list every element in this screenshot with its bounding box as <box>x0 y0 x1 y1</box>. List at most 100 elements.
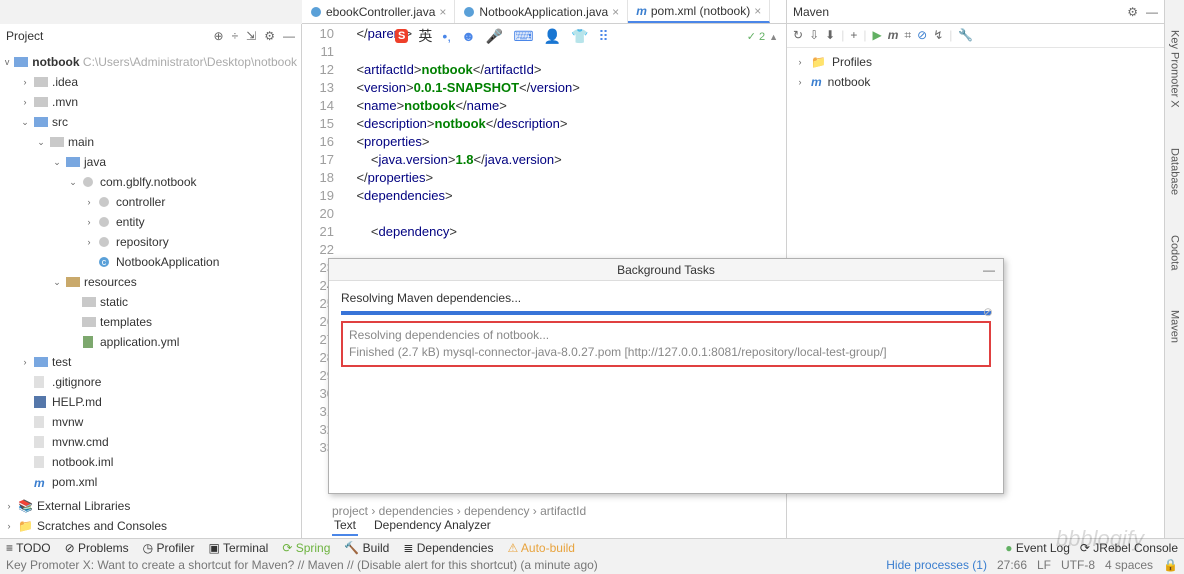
tree-item[interactable]: mvnw.cmd <box>0 432 301 452</box>
gear-icon[interactable]: ⚙ <box>264 29 275 43</box>
hide-processes[interactable]: Hide processes (1) <box>886 558 987 572</box>
tree-item[interactable]: application.yml <box>0 332 301 352</box>
mic-icon[interactable]: 🎤 <box>486 28 503 45</box>
close-icon[interactable]: × <box>754 4 761 18</box>
user-icon[interactable]: 👤 <box>544 28 561 45</box>
keyboard-icon[interactable]: ⌨ <box>513 28 533 45</box>
skin-icon[interactable]: 👕 <box>571 28 588 45</box>
scratches[interactable]: › 📁 Scratches and Consoles <box>0 516 301 536</box>
close-icon[interactable]: × <box>439 5 446 19</box>
editor-tab[interactable]: mpom.xml (notbook)× <box>628 0 770 23</box>
tree-item[interactable]: ⌄java <box>0 152 301 172</box>
tree-item[interactable]: mpom.xml <box>0 472 301 492</box>
inspection-badge[interactable]: ✓ 2 <box>747 30 778 43</box>
minimize-icon[interactable]: — <box>983 263 995 277</box>
project-tree[interactable]: vnotbook C:\Users\Administrator\Desktop\… <box>0 48 301 496</box>
external-libraries[interactable]: › 📚 External Libraries <box>0 496 301 516</box>
lock-icon[interactable]: 🔒 <box>1163 558 1178 572</box>
ime-lang[interactable]: 英 <box>418 26 432 46</box>
tree-item[interactable]: ⌄resources <box>0 272 301 292</box>
hint-bar: Key Promoter X: Want to create a shortcu… <box>0 556 1184 574</box>
grid-icon[interactable]: ⠿ <box>598 28 608 45</box>
tree-item[interactable]: ›.mvn <box>0 92 301 112</box>
wrench-icon[interactable]: 🔧 <box>958 28 973 43</box>
code-line[interactable]: 17 <java.version>1.8</java.version> <box>302 152 786 170</box>
gen-icon[interactable]: ⇩ <box>809 28 819 43</box>
status-build[interactable]: 🔨 Build <box>344 541 389 555</box>
tree-item[interactable]: ›controller <box>0 192 301 212</box>
status-spring[interactable]: ⟳ Spring <box>282 541 330 555</box>
vtab-maven[interactable]: Maven <box>1169 310 1181 343</box>
add-icon[interactable]: + <box>850 28 857 43</box>
tree-item[interactable]: ›.idea <box>0 72 301 92</box>
code-line[interactable]: 13 <version>0.0.1-SNAPSHOT</version> <box>302 80 786 98</box>
tree-item[interactable]: cNotbookApplication <box>0 252 301 272</box>
status-problems[interactable]: ⊘ Problems <box>65 541 129 555</box>
download-icon[interactable]: ⬇ <box>825 28 835 43</box>
code-line[interactable]: 20 <box>302 206 786 224</box>
tree-item[interactable]: HELP.md <box>0 392 301 412</box>
code-line[interactable]: 12 <artifactId>notbook</artifactId> <box>302 62 786 80</box>
status-todo[interactable]: ≡ TODO <box>6 541 51 555</box>
cancel-task-icon[interactable]: ⊘ <box>983 305 993 319</box>
hide-icon[interactable]: — <box>283 29 295 43</box>
tree-item[interactable]: ›entity <box>0 212 301 232</box>
tree-item[interactable]: ›test <box>0 352 301 372</box>
tree-item[interactable]: notbook.iml <box>0 452 301 472</box>
code-line[interactable]: 15 <description>notbook</description> <box>302 116 786 134</box>
status-terminal[interactable]: ▣ Terminal <box>208 541 268 555</box>
tree-item[interactable]: ⌄src <box>0 112 301 132</box>
encoding[interactable]: UTF-8 <box>1061 558 1095 572</box>
maven-tree[interactable]: ›📁 Profiles ›m notbook <box>787 48 1164 96</box>
offline-icon[interactable]: ⊘ <box>917 28 927 43</box>
reload-icon[interactable]: ↻ <box>793 28 803 43</box>
run-icon[interactable]: ▶ <box>872 28 881 43</box>
tree-item[interactable]: mvnw <box>0 412 301 432</box>
tree-item[interactable]: ⌄com.gblfy.notbook <box>0 172 301 192</box>
maven-module[interactable]: ›m notbook <box>787 72 1164 92</box>
maven-profiles[interactable]: ›📁 Profiles <box>787 52 1164 72</box>
code-line[interactable]: 18 </properties> <box>302 170 786 188</box>
hide-icon[interactable]: — <box>1146 5 1158 19</box>
line-sep[interactable]: LF <box>1037 558 1051 572</box>
status-profiler[interactable]: ◷ Profiler <box>143 541 195 555</box>
gear-icon[interactable]: ⚙ <box>1127 5 1138 19</box>
subtab-text[interactable]: Text <box>332 516 358 536</box>
tree-item[interactable]: .gitignore <box>0 372 301 392</box>
editor-tab[interactable]: NotbookApplication.java× <box>455 0 628 23</box>
indent[interactable]: 4 spaces <box>1105 558 1153 572</box>
status-dependencies[interactable]: ≣ Dependencies <box>403 541 493 555</box>
vtab-keypromoter[interactable]: Key Promoter X <box>1169 30 1181 108</box>
code-line[interactable]: 21 <dependency> <box>302 224 786 242</box>
tree-item[interactable]: ›repository <box>0 232 301 252</box>
maven-title: Maven <box>793 5 829 19</box>
subtab-dep[interactable]: Dependency Analyzer <box>372 516 493 536</box>
project-root[interactable]: vnotbook C:\Users\Administrator\Desktop\… <box>0 52 301 72</box>
expand-icon[interactable]: ⇲ <box>246 29 256 43</box>
tree-item[interactable]: ⌄main <box>0 132 301 152</box>
emoji-icon[interactable]: ☻ <box>461 28 476 44</box>
sogou-icon[interactable]: S <box>395 29 408 43</box>
caret-pos[interactable]: 27:66 <box>997 558 1027 572</box>
vtab-database[interactable]: Database <box>1169 148 1181 195</box>
svg-text:c: c <box>102 257 107 267</box>
select-target-icon[interactable]: ⊕ <box>214 29 224 43</box>
graph-icon[interactable]: ↯ <box>933 28 943 43</box>
code-line[interactable]: 14 <name>notbook</name> <box>302 98 786 116</box>
vtab-codota[interactable]: Codota <box>1169 235 1181 270</box>
dialog-title-bar[interactable]: Background Tasks — <box>329 259 1003 281</box>
close-icon[interactable]: × <box>612 5 619 19</box>
ime-punct[interactable]: •, <box>442 28 451 44</box>
code-line[interactable]: 16 <properties> <box>302 134 786 152</box>
code-line[interactable]: 11 <box>302 44 786 62</box>
code-line[interactable]: 19 <dependencies> <box>302 188 786 206</box>
status-autobuild[interactable]: ⚠ Auto-build <box>507 541 574 555</box>
skip-icon[interactable]: ⌗ <box>904 28 911 43</box>
tree-item[interactable]: templates <box>0 312 301 332</box>
tree-item[interactable]: static <box>0 292 301 312</box>
m-icon[interactable]: m <box>888 28 899 43</box>
collapse-icon[interactable]: ÷ <box>232 29 239 43</box>
editor-tab[interactable]: ebookController.java× <box>302 0 455 23</box>
progress-details: Resolving dependencies of notbook... Fin… <box>341 321 991 367</box>
sidebar-title: Project <box>6 29 43 43</box>
